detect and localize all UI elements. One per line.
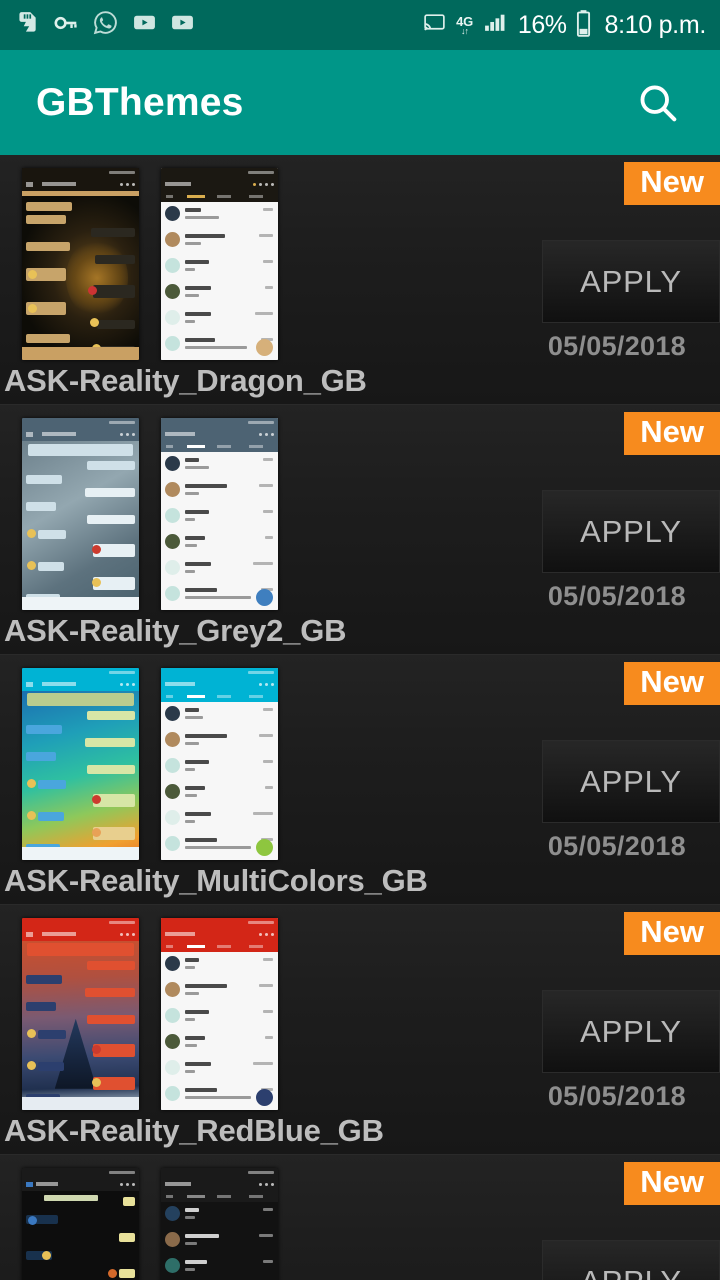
theme-date: 05/05/2018	[547, 581, 686, 611]
battery-percent-label: 16%	[517, 10, 567, 39]
theme-list-item[interactable]: New APPLY 05/05/2018 ASK-Reality_Grey2_G…	[0, 405, 720, 655]
whatsapp-icon	[92, 9, 119, 41]
apply-button[interactable]: APPLY	[542, 990, 720, 1073]
theme-preview-list	[161, 1168, 278, 1280]
theme-preview-chat	[22, 668, 139, 860]
theme-name: ASK-Reality_Dragon_GB	[4, 363, 367, 398]
theme-list[interactable]: New APPLY 05/05/2018 ASK-Reality_Dragon_…	[0, 155, 720, 1280]
new-badge: New	[624, 662, 720, 705]
theme-preview-chat	[22, 1168, 139, 1280]
apply-button[interactable]: APPLY	[542, 490, 720, 573]
new-badge: New	[624, 412, 720, 455]
theme-previews	[22, 1168, 278, 1280]
theme-list-item[interactable]: New APPLY 05/05/2018 ASK-Reality_RedBlue…	[0, 905, 720, 1155]
apply-button[interactable]: APPLY	[542, 1240, 720, 1280]
theme-date: 05/05/2018	[547, 331, 686, 361]
theme-list-item[interactable]: New APPLY 05/05/2018 ASK-Reality_Dragon_…	[0, 155, 720, 405]
theme-preview-list	[161, 418, 278, 610]
key-icon	[53, 10, 79, 41]
theme-list-item[interactable]: New APPLY 05/05/2018 ASK-Reality_MultiCo…	[0, 655, 720, 905]
theme-name: ASK-Reality_Grey2_GB	[4, 613, 347, 648]
cast-icon	[422, 10, 447, 40]
new-badge: New	[624, 1162, 720, 1205]
signal-bars-icon	[482, 10, 509, 40]
theme-name: ASK-Reality_MultiColors_GB	[4, 863, 428, 898]
theme-preview-chat	[22, 918, 139, 1110]
battery-icon	[575, 9, 592, 42]
theme-preview-chat	[22, 168, 139, 360]
page-title: GBThemes	[36, 80, 244, 124]
clock-label: 8:10 p.m.	[604, 10, 706, 39]
theme-previews	[22, 918, 278, 1110]
theme-preview-list	[161, 168, 278, 360]
theme-previews	[22, 168, 278, 360]
theme-previews	[22, 418, 278, 610]
new-badge: New	[624, 162, 720, 205]
search-icon[interactable]	[630, 75, 686, 131]
status-bar: 4G ↓↑ 16% 8:10 p.m.	[0, 0, 720, 50]
youtube-icon	[132, 10, 157, 40]
new-badge: New	[624, 912, 720, 955]
status-bar-right-icons: 4G ↓↑ 16% 8:10 p.m.	[422, 9, 706, 42]
app-bar: GBThemes	[0, 50, 720, 155]
theme-name: ASK-Reality_RedBlue_GB	[4, 1113, 384, 1148]
youtube-icon	[170, 10, 195, 40]
network-type-indicator: 4G ↓↑	[456, 15, 473, 36]
status-bar-left-icons	[14, 9, 195, 41]
theme-date: 05/05/2018	[547, 831, 686, 861]
theme-preview-list	[161, 918, 278, 1110]
theme-date: 05/05/2018	[547, 1081, 686, 1111]
theme-previews	[22, 668, 278, 860]
apply-button[interactable]: APPLY	[542, 240, 720, 323]
sd-card-icon	[14, 10, 40, 41]
data-arrows-icon: ↓↑	[461, 25, 469, 36]
theme-preview-list	[161, 668, 278, 860]
theme-preview-chat	[22, 418, 139, 610]
apply-button[interactable]: APPLY	[542, 740, 720, 823]
theme-list-item[interactable]: New APPLY	[0, 1155, 720, 1280]
